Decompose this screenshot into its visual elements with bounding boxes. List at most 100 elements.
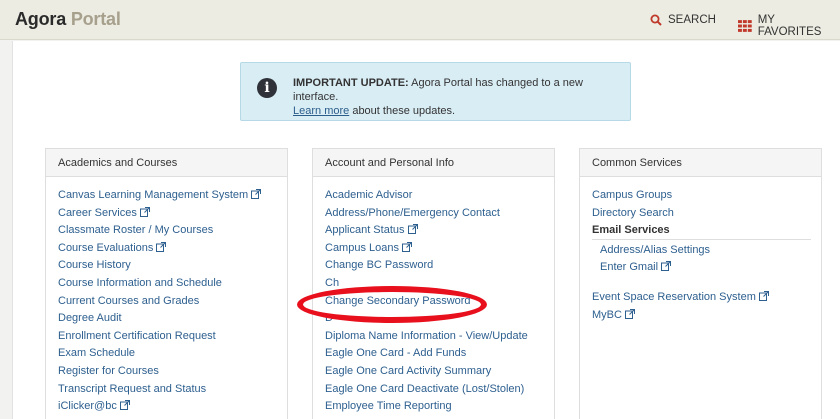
panel-account: Account and Personal Info Academic Advis… xyxy=(312,148,555,419)
link-label: MyBC xyxy=(592,308,622,321)
link-canvas-learning-management-system[interactable]: Canvas Learning Management System xyxy=(58,187,287,205)
link-label: Address/Phone/Emergency Contact xyxy=(325,206,500,219)
link-label: Academic Advisor xyxy=(325,189,413,201)
link-label: Degree Audit xyxy=(58,312,122,325)
notice-suffix: about these updates. xyxy=(349,105,456,117)
link-label: Career Services xyxy=(58,206,137,219)
link-label: Campus Groups xyxy=(592,189,673,201)
link-campus-loans[interactable]: Campus Loans xyxy=(325,240,554,258)
link-current-courses-and-grades[interactable]: Current Courses and Grades xyxy=(58,293,287,311)
external-link-icon xyxy=(622,308,635,321)
link-eagle-one-card-deactivate-lost-stolen[interactable]: Eagle One Card Deactivate (Lost/Stolen) xyxy=(325,381,554,399)
link-ch[interactable]: Ch xyxy=(325,275,554,293)
link-diploma-name-information-view-update[interactable]: Diploma Name Information - View/Update xyxy=(325,328,554,346)
link-applicant-status[interactable]: Applicant Status xyxy=(325,222,554,240)
link-label: Exam Schedule xyxy=(58,347,136,360)
link-change-secondary-password[interactable]: Change Secondary Password xyxy=(325,293,554,311)
link-address-phone-emergency-contact[interactable]: Address/Phone/Emergency Contact xyxy=(325,205,554,223)
link-label: Applicant Status xyxy=(325,224,405,237)
link-label: Enrollment Certification Request xyxy=(58,329,216,342)
link-label: Course Information and Schedule xyxy=(58,276,222,289)
link-list: Canvas Learning Management System Career … xyxy=(46,177,287,416)
link-label: Course History xyxy=(58,259,131,272)
link-label: Course Evaluations xyxy=(58,241,154,254)
link-label: Classmate Roster / My Courses xyxy=(58,224,214,237)
panel-title: Common Services xyxy=(580,149,821,177)
link-eagle-one-card-activity-summary[interactable]: Eagle One Card Activity Summary xyxy=(325,363,554,381)
link-address-alias-settings[interactable]: Address/Alias Settings xyxy=(592,242,821,260)
link-list: Campus Groups Directory Search Email Servi… xyxy=(580,177,821,324)
section-heading-email-services: Email Services xyxy=(592,222,811,240)
external-link-icon xyxy=(153,241,167,254)
external-link-icon xyxy=(137,206,150,219)
favorites-label: MY FAVORITES xyxy=(757,14,822,38)
brand-logo[interactable]: Agora Portal xyxy=(15,9,121,30)
link-register-for-courses[interactable]: Register for Courses xyxy=(58,363,287,381)
link-label: Address/Alias Settings xyxy=(600,243,711,256)
link-enter-gmail[interactable]: Enter Gmail xyxy=(592,259,821,277)
link-transcript-request-and-status[interactable]: Transcript Request and Status xyxy=(58,381,287,399)
brand-main: Agora xyxy=(15,9,67,29)
link-mybc[interactable]: MyBC xyxy=(592,307,821,325)
top-bar: Agora Portal SEARCH MY FAVORITES xyxy=(0,0,840,40)
link-label: Register for Courses xyxy=(58,364,159,377)
link-label: D xyxy=(325,312,333,325)
panel-title: Academics and Courses xyxy=(46,149,287,177)
link-d[interactable]: D xyxy=(325,310,554,328)
link-label: Diploma Name Information - View/Update xyxy=(325,329,528,342)
link-course-history[interactable]: Course History xyxy=(58,257,287,275)
link-label: Current Courses and Grades xyxy=(58,294,200,307)
link-label: Email Services xyxy=(592,224,670,237)
link-label: Enter Gmail xyxy=(600,261,659,274)
link-label: Transcript Request and Status xyxy=(58,382,207,395)
link-academic-advisor[interactable]: Academic Advisor xyxy=(325,187,554,205)
external-link-icon xyxy=(658,261,672,273)
link-label: Eagle One Card Activity Summary xyxy=(325,364,492,377)
link-iclicker-bc[interactable]: iClicker@bc xyxy=(58,398,287,416)
learn-more-link[interactable]: Learn more xyxy=(293,105,349,117)
link-event-space-reservation-system[interactable]: Event Space Reservation System xyxy=(592,289,821,307)
link-classmate-roster-my-courses[interactable]: Classmate Roster / My Courses xyxy=(58,222,287,240)
link-course-evaluations[interactable]: Course Evaluations xyxy=(58,240,287,258)
link-directory-search[interactable]: Directory Search xyxy=(592,205,821,223)
info-icon: i xyxy=(257,78,277,98)
link-career-services[interactable]: Career Services xyxy=(58,205,287,223)
link-list: Academic Advisor Address/Phone/Emergency … xyxy=(313,177,554,416)
link-exam-schedule[interactable]: Exam Schedule xyxy=(58,345,287,363)
update-notice: i IMPORTANT UPDATE: Agora Portal has cha… xyxy=(240,62,631,121)
link-label: Change Secondary Password xyxy=(325,294,471,307)
grid-icon xyxy=(738,20,752,32)
link-label: iClicker@bc xyxy=(58,400,117,413)
external-link-icon xyxy=(399,241,412,254)
link-label: Ch xyxy=(325,276,340,289)
link-employee-time-reporting[interactable]: Employee Time Reporting xyxy=(325,398,554,416)
search-label: SEARCH xyxy=(668,14,716,26)
link-degree-audit[interactable]: Degree Audit xyxy=(58,310,287,328)
link-label: Directory Search xyxy=(592,206,674,219)
notice-bold: IMPORTANT UPDATE: xyxy=(293,77,409,89)
my-favorites-button[interactable]: MY FAVORITES xyxy=(738,14,840,38)
external-link-icon xyxy=(405,224,418,236)
link-campus-groups[interactable]: Campus Groups xyxy=(592,187,821,205)
notice-text: IMPORTANT UPDATE: Agora Portal has chang… xyxy=(293,76,623,118)
list-spacer xyxy=(592,277,821,289)
external-link-icon xyxy=(248,189,262,201)
panel-title: Account and Personal Info xyxy=(313,149,554,177)
link-label: Canvas Learning Management System xyxy=(58,189,249,201)
panel-academics: Academics and Courses Canvas Learning Ma… xyxy=(45,148,288,419)
search-icon xyxy=(650,14,662,26)
link-label: Employee Time Reporting xyxy=(325,400,452,413)
panel-common-services: Common Services Campus Groups Directory S… xyxy=(579,148,822,419)
link-eagle-one-card-add-funds[interactable]: Eagle One Card - Add Funds xyxy=(325,345,554,363)
link-label: Event Space Reservation System xyxy=(592,290,756,303)
link-label: Eagle One Card - Add Funds xyxy=(325,347,467,360)
link-label: Campus Loans xyxy=(325,241,399,254)
link-change-bc-password[interactable]: Change BC Password xyxy=(325,257,554,275)
link-label: Change BC Password xyxy=(325,259,434,272)
brand-sub: Portal xyxy=(70,9,121,29)
link-enrollment-certification-request[interactable]: Enrollment Certification Request xyxy=(58,328,287,346)
external-link-icon xyxy=(117,400,130,412)
link-course-information-and-schedule[interactable]: Course Information and Schedule xyxy=(58,275,287,293)
search-button[interactable]: SEARCH xyxy=(650,14,716,26)
link-label: Eagle One Card Deactivate (Lost/Stolen) xyxy=(325,382,525,395)
